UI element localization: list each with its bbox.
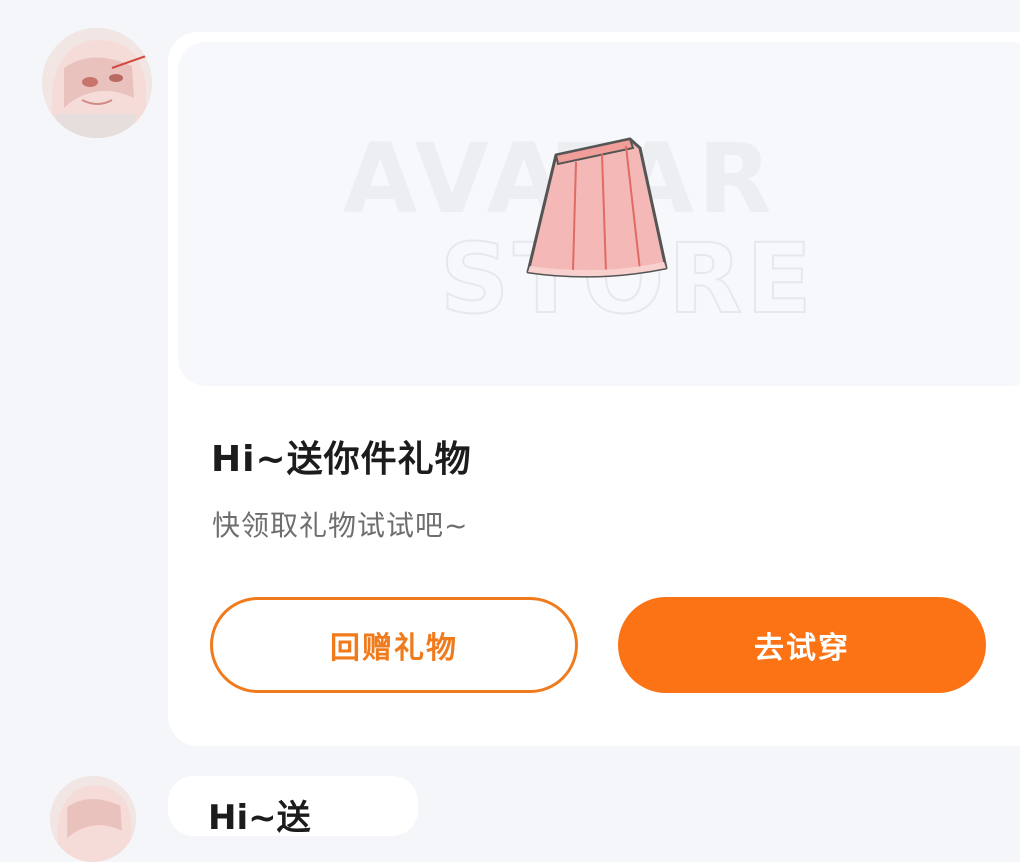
avatar-image [42,28,152,138]
try-on-button[interactable]: 去试穿 [618,597,986,693]
gift-title: Hi~送你件礼物 [211,439,472,480]
gift-preview[interactable]: AVATAR STORE [178,42,1020,386]
gift-preview-art: AVATAR STORE [343,123,813,336]
gift-subtitle: 快领取礼物试试吧~ [212,509,469,542]
gift-message-card: AVATAR STORE Hi~送你件礼物 快领取礼物试试吧~ 回赠礼物 去试穿 [168,32,1020,746]
next-message-text: Hi~送 [208,798,311,838]
sender-avatar[interactable] [42,28,152,138]
sender-avatar-2[interactable] [50,776,136,862]
avatar-image-2 [50,776,136,862]
return-gift-button[interactable]: 回赠礼物 [210,597,578,693]
next-message-bubble[interactable]: Hi~送 [168,776,418,838]
